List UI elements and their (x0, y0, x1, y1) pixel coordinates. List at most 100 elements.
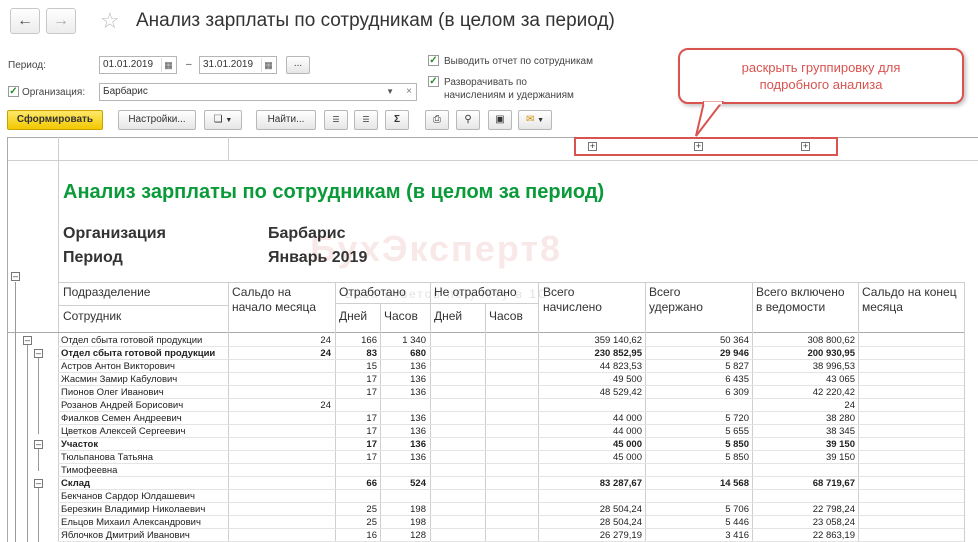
expand-rows-button[interactable]: ☰ (324, 110, 348, 130)
table-cell-saldo[interactable] (229, 425, 331, 438)
table-cell-withheld[interactable]: 29 946 (646, 347, 749, 360)
table-cell-saldo[interactable] (229, 464, 331, 477)
table-cell-withheld[interactable]: 5 850 (646, 438, 749, 451)
table-row-name[interactable]: Тимофеевна (61, 464, 117, 477)
table-cell-statement[interactable]: 22 863,19 (753, 529, 855, 542)
table-cell-days[interactable]: 83 (336, 347, 377, 360)
table-cell-hours[interactable]: 680 (381, 347, 426, 360)
table-cell-days[interactable] (336, 490, 377, 503)
table-cell-withheld[interactable]: 5 720 (646, 412, 749, 425)
clear-icon[interactable]: × (406, 84, 412, 100)
table-cell-days[interactable] (336, 399, 377, 412)
save-button[interactable]: ▣ (488, 110, 512, 130)
table-cell-statement[interactable]: 39 150 (753, 451, 855, 464)
table-row-name[interactable]: Отдел сбыта готовой продукции (61, 334, 202, 347)
table-cell-withheld[interactable]: 5 706 (646, 503, 749, 516)
table-cell-statement[interactable]: 43 065 (753, 373, 855, 386)
table-cell-days[interactable]: 166 (336, 334, 377, 347)
table-row-name[interactable]: Астров Антон Викторович (61, 360, 175, 373)
table-cell-hours[interactable]: 136 (381, 451, 426, 464)
table-cell-statement[interactable]: 38 345 (753, 425, 855, 438)
table-cell-saldo[interactable]: 24 (229, 399, 331, 412)
settings-button[interactable]: Настройки... (118, 110, 196, 130)
expand-group-icon[interactable]: + (801, 142, 810, 151)
table-cell-hours[interactable]: 524 (381, 477, 426, 490)
table-cell-statement[interactable]: 68 719,67 (753, 477, 855, 490)
table-cell-accrued[interactable]: 359 140,62 (539, 334, 642, 347)
table-cell-hours[interactable]: 1 340 (381, 334, 426, 347)
dropdown-icon[interactable]: ▼ (386, 84, 394, 100)
expand-group-icon[interactable]: + (588, 142, 597, 151)
sum-button[interactable]: Σ (385, 110, 409, 130)
table-cell-days[interactable] (336, 464, 377, 477)
table-cell-hours[interactable]: 198 (381, 503, 426, 516)
table-cell-statement[interactable]: 23 058,24 (753, 516, 855, 529)
calendar-icon[interactable]: ▦ (161, 58, 175, 72)
collapse-rows-button[interactable]: ☰ (354, 110, 378, 130)
table-cell-saldo[interactable] (229, 477, 331, 490)
table-cell-hours[interactable]: 136 (381, 386, 426, 399)
table-cell-hours[interactable]: 136 (381, 438, 426, 451)
collapse-group-icon[interactable]: – (23, 336, 32, 345)
table-row-name[interactable]: Тюльпанова Татьяна (61, 451, 153, 464)
table-cell-saldo[interactable] (229, 360, 331, 373)
table-row-name[interactable]: Пионов Олег Иванович (61, 386, 164, 399)
table-row-name[interactable]: Ельцов Михаил Александрович (61, 516, 201, 529)
collapse-header-icon[interactable]: – (11, 272, 20, 281)
table-cell-statement[interactable]: 200 930,95 (753, 347, 855, 360)
table-cell-saldo[interactable] (229, 503, 331, 516)
table-row-name[interactable]: Яблочков Дмитрий Иванович (61, 529, 190, 542)
table-cell-withheld[interactable]: 5 655 (646, 425, 749, 438)
table-cell-statement[interactable] (753, 490, 855, 503)
table-cell-statement[interactable]: 39 150 (753, 438, 855, 451)
table-cell-accrued[interactable]: 26 279,19 (539, 529, 642, 542)
date-from-field[interactable]: 01.01.2019 ▦ (99, 56, 177, 74)
expand-accruals-checkbox[interactable]: ✓ (428, 76, 439, 87)
table-cell-accrued[interactable]: 28 504,24 (539, 516, 642, 529)
table-cell-accrued[interactable]: 45 000 (539, 438, 642, 451)
table-cell-statement[interactable]: 42 220,42 (753, 386, 855, 399)
table-cell-statement[interactable]: 38 280 (753, 412, 855, 425)
table-cell-accrued[interactable]: 45 000 (539, 451, 642, 464)
variants-button[interactable]: ❏ ▼ (204, 110, 242, 130)
table-cell-saldo[interactable]: 24 (229, 334, 331, 347)
table-cell-hours[interactable] (381, 399, 426, 412)
table-cell-days[interactable]: 25 (336, 516, 377, 529)
table-cell-accrued[interactable]: 44 000 (539, 412, 642, 425)
table-cell-withheld[interactable]: 5 827 (646, 360, 749, 373)
table-cell-accrued[interactable]: 49 500 (539, 373, 642, 386)
table-cell-accrued[interactable] (539, 399, 642, 412)
table-row-name[interactable]: Розанов Андрей Борисович (61, 399, 183, 412)
table-cell-statement[interactable] (753, 464, 855, 477)
table-cell-saldo[interactable] (229, 412, 331, 425)
table-row-name[interactable]: Цветков Алексей Сергеевич (61, 425, 185, 438)
date-to-field[interactable]: 31.01.2019 ▦ (199, 56, 277, 74)
table-cell-days[interactable]: 17 (336, 425, 377, 438)
generate-button[interactable]: Сформировать (7, 110, 103, 130)
table-cell-withheld[interactable]: 5 446 (646, 516, 749, 529)
table-cell-hours[interactable] (381, 490, 426, 503)
table-cell-statement[interactable]: 38 996,53 (753, 360, 855, 373)
table-cell-withheld[interactable]: 5 850 (646, 451, 749, 464)
table-cell-withheld[interactable] (646, 399, 749, 412)
print-button[interactable]: ⎙ (425, 110, 449, 130)
table-cell-saldo[interactable] (229, 438, 331, 451)
table-row-name[interactable]: Отдел сбыта готовой продукции (61, 347, 215, 360)
table-cell-accrued[interactable] (539, 464, 642, 477)
table-cell-days[interactable]: 17 (336, 438, 377, 451)
table-row-name[interactable]: Склад (61, 477, 90, 490)
table-cell-statement[interactable]: 308 800,62 (753, 334, 855, 347)
table-cell-accrued[interactable]: 230 852,95 (539, 347, 642, 360)
table-cell-hours[interactable] (381, 464, 426, 477)
table-cell-accrued[interactable]: 28 504,24 (539, 503, 642, 516)
table-cell-hours[interactable]: 136 (381, 360, 426, 373)
expand-group-icon[interactable]: + (694, 142, 703, 151)
collapse-group-icon[interactable]: – (34, 349, 43, 358)
table-cell-saldo[interactable] (229, 386, 331, 399)
table-cell-saldo[interactable]: 24 (229, 347, 331, 360)
table-row-name[interactable]: Фиалков Семен Андреевич (61, 412, 182, 425)
table-cell-saldo[interactable] (229, 451, 331, 464)
table-cell-withheld[interactable]: 3 416 (646, 529, 749, 542)
table-cell-days[interactable]: 66 (336, 477, 377, 490)
table-cell-accrued[interactable]: 83 287,67 (539, 477, 642, 490)
